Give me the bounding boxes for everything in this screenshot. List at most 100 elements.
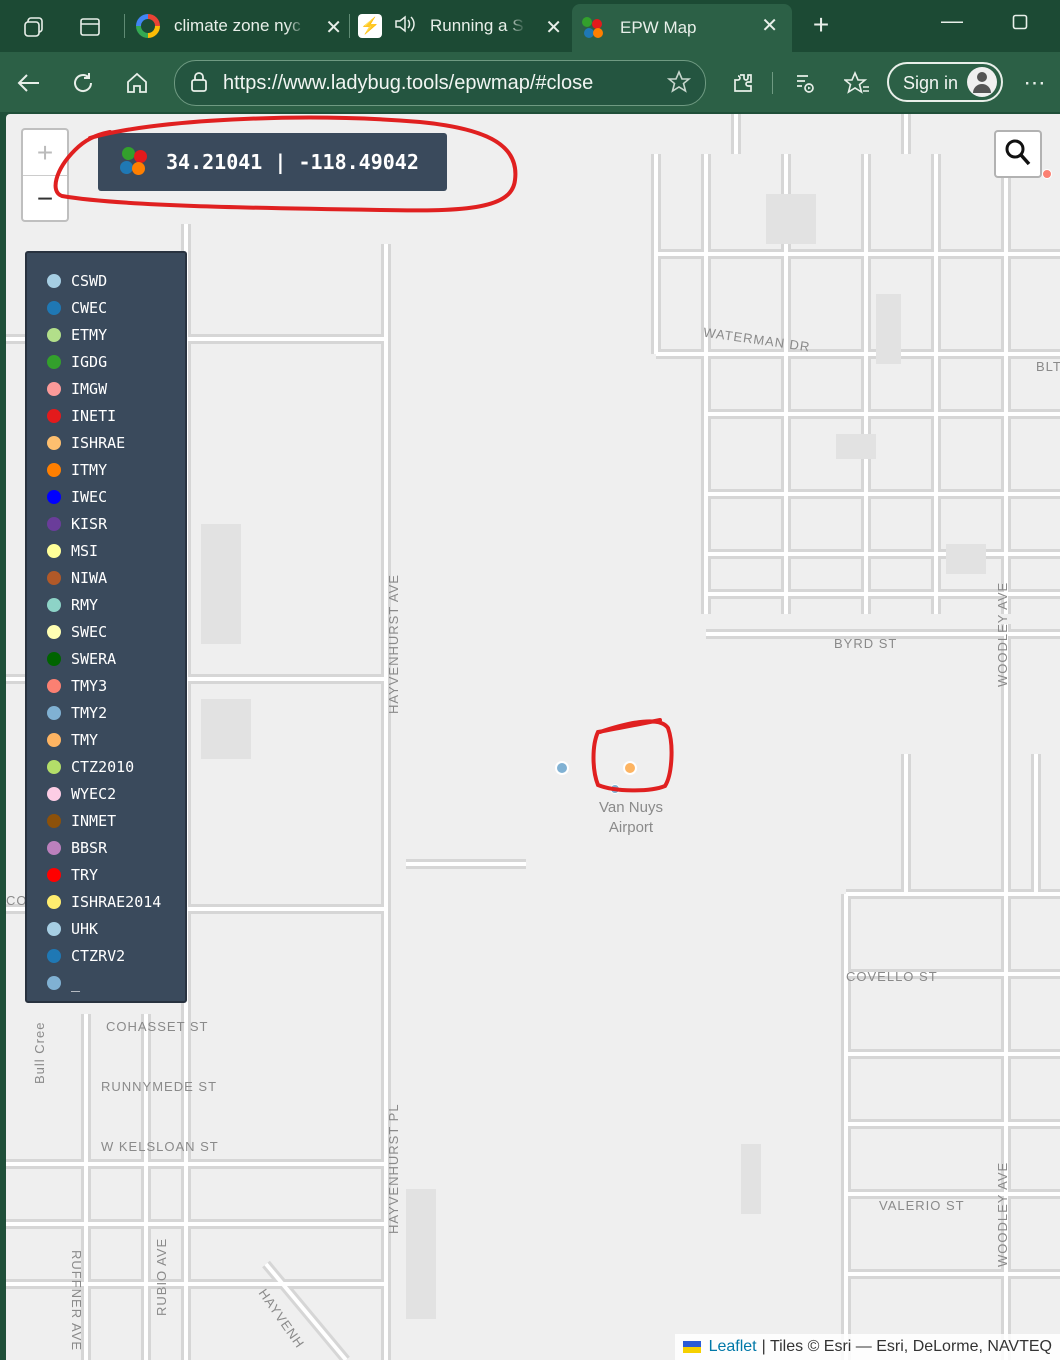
coordinates-display: 34.21041 | -118.49042 <box>98 133 447 191</box>
legend-color-dot <box>47 921 61 936</box>
legend-label: MSI <box>71 541 99 560</box>
legend-item: BBSR <box>27 834 185 861</box>
legend-label: IMGW <box>71 379 108 398</box>
legend-color-dot <box>47 624 61 639</box>
url-text[interactable]: https://www.ladybug.tools/epwmap/#close <box>223 72 593 95</box>
legend-item: ETMY <box>27 321 185 348</box>
close-tab-icon[interactable]: ✕ <box>761 13 778 38</box>
legend-item: CSWD <box>27 267 185 294</box>
station-marker[interactable] <box>610 784 620 794</box>
legend-label: ISHRAE2014 <box>71 892 162 911</box>
tab-climate-zone[interactable]: climate zone nyc ✕ <box>130 6 348 46</box>
sign-in-label: Sign in <box>903 73 959 93</box>
leaflet-link[interactable]: Leaflet <box>709 1338 757 1356</box>
legend-item: ISHRAE <box>27 429 185 456</box>
station-marker[interactable] <box>555 761 569 775</box>
legend-label: CSWD <box>71 271 108 290</box>
legend-color-dot <box>47 894 61 909</box>
new-tab-icon[interactable]: + <box>806 9 836 40</box>
toolbar-separator <box>772 72 773 94</box>
tab-separator <box>349 14 350 38</box>
extensions-icon[interactable] <box>728 68 758 98</box>
ukraine-flag-icon <box>682 1341 701 1353</box>
legend-item: TMY3 <box>27 672 185 699</box>
dataset-legend: CSWD CWEC ETMY IGDG IMGW INETI ISHRAE ITMY IWEC K… <box>25 251 187 1003</box>
close-tab-icon[interactable]: ✕ <box>325 15 342 40</box>
legend-label: NIWA <box>71 568 108 587</box>
back-icon[interactable] <box>14 68 44 98</box>
legend-label: TRY <box>71 865 99 884</box>
legend-color-dot <box>47 462 61 477</box>
zoom-in-button[interactable]: + <box>23 130 67 176</box>
legend-label: KISR <box>71 514 108 533</box>
tab-title: Running a S <box>430 16 524 35</box>
attribution-text: | Tiles © Esri — Esri, DeLorme, NAVTEQ <box>761 1338 1052 1355</box>
google-icon <box>136 14 160 38</box>
more-options-icon[interactable]: ⋯ <box>1020 68 1050 98</box>
legend-color-dot <box>47 759 61 774</box>
street-label: W KELSLOAN ST <box>101 1139 219 1154</box>
station-marker[interactable] <box>1042 169 1052 179</box>
station-marker[interactable] <box>623 761 637 775</box>
legend-label: UHK <box>71 919 99 938</box>
tab-running[interactable]: ⚡ Running a S ✕ <box>354 6 568 46</box>
minimize-icon[interactable]: — <box>940 6 964 36</box>
tab-actions-icon[interactable] <box>76 13 104 41</box>
street-label: Bull Cree <box>32 1021 47 1084</box>
favorite-star-icon[interactable] <box>666 69 692 99</box>
legend-label: ETMY <box>71 325 108 344</box>
legend-color-dot <box>47 597 61 612</box>
legend-color-dot <box>47 867 61 882</box>
legend-color-dot <box>47 435 61 450</box>
legend-item: CTZRV2 <box>27 942 185 969</box>
zoom-out-button[interactable]: − <box>23 176 67 221</box>
legend-item: ITMY <box>27 456 185 483</box>
legend-color-dot <box>47 408 61 423</box>
tab-title: climate zone nyc <box>174 16 301 35</box>
home-icon[interactable] <box>122 68 152 98</box>
coordinates-text: 34.21041 | -118.49042 <box>166 150 419 174</box>
legend-item: ISHRAE2014 <box>27 888 185 915</box>
sign-in-button[interactable]: Sign in <box>887 62 1003 102</box>
legend-label: INMET <box>71 811 117 830</box>
refresh-icon[interactable] <box>68 68 98 98</box>
legend-color-dot <box>47 516 61 531</box>
legend-color-dot <box>47 732 61 747</box>
street-label: BYRD ST <box>834 636 898 651</box>
airport-label: Van Nuys Airport <box>581 798 681 838</box>
workspaces-icon[interactable] <box>20 13 48 41</box>
legend-label: RMY <box>71 595 99 614</box>
favorites-icon[interactable] <box>842 68 872 98</box>
legend-label: CWEC <box>71 298 108 317</box>
street-label: WOODLEY AVE <box>995 1161 1010 1267</box>
search-button[interactable] <box>994 130 1042 178</box>
street-label: HAYVENHURST PL <box>386 1103 401 1234</box>
legend-color-dot <box>47 354 61 369</box>
maximize-icon[interactable] <box>1010 12 1030 32</box>
legend-item: KISR <box>27 510 185 537</box>
tab-epw-map[interactable]: EPW Map ✕ <box>572 4 792 52</box>
legend-color-dot <box>47 300 61 315</box>
speaker-icon[interactable] <box>394 14 416 39</box>
legend-color-dot <box>47 840 61 855</box>
media-control-icon[interactable] <box>790 68 820 98</box>
ladybug-icon <box>582 17 604 39</box>
close-tab-icon[interactable]: ✕ <box>545 15 562 40</box>
street-label: VALERIO ST <box>879 1198 965 1213</box>
airport-label-line: Van Nuys <box>599 799 663 816</box>
legend-color-dot <box>47 786 61 801</box>
street-label: BLT <box>1036 359 1060 374</box>
legend-label: ISHRAE <box>71 433 126 452</box>
legend-item: _ <box>27 969 185 996</box>
address-bar[interactable]: https://www.ladybug.tools/epwmap/#close <box>174 60 706 106</box>
lock-icon[interactable] <box>189 71 209 98</box>
legend-label: IGDG <box>71 352 108 371</box>
legend-label: _ <box>71 973 81 992</box>
legend-item: SWEC <box>27 618 185 645</box>
map-canvas[interactable]: WATERMAN DR BLT BYRD ST HAYVENHURST AVE … <box>6 114 1060 1360</box>
legend-item: IWEC <box>27 483 185 510</box>
legend-color-dot <box>47 678 61 693</box>
legend-item: TMY <box>27 726 185 753</box>
legend-color-dot <box>47 651 61 666</box>
street-label: RUBIO AVE <box>154 1237 169 1316</box>
